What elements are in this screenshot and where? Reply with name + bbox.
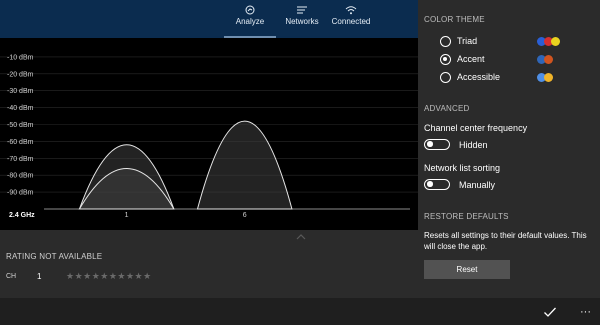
- channel-center-state: Hidden: [459, 140, 488, 150]
- rating-stars: ★★★★★★★★★★: [66, 271, 152, 281]
- theme-option-accent[interactable]: Accent: [440, 54, 590, 66]
- y-tick-label: -10 dBm: [7, 54, 34, 61]
- radio-triad[interactable]: [440, 36, 451, 47]
- channel-graph: -10 dBm -20 dBm -30 dBm -40 dBm -50 dBm -60 d…: [0, 38, 418, 222]
- more-options-icon[interactable]: ···: [580, 306, 591, 318]
- bottom-app-bar: [0, 298, 600, 325]
- tab-connected[interactable]: Connected: [325, 0, 377, 38]
- y-tick-label: -70 dBm: [7, 156, 34, 163]
- channel-value: 1: [37, 272, 42, 281]
- tab-analyze[interactable]: Analyze: [224, 0, 276, 38]
- network-curve[interactable]: [78, 168, 175, 210]
- advanced-heading: ADVANCED: [424, 104, 470, 113]
- network-info-panel: [0, 230, 418, 298]
- restore-description: Resets all settings to their default val…: [424, 231, 587, 251]
- band-label: 2.4 GHz: [9, 212, 35, 219]
- radio-accent[interactable]: [440, 54, 451, 65]
- radio-accessible[interactable]: [440, 72, 451, 83]
- theme-label-accent: Accent: [457, 54, 485, 64]
- tab-connected-label: Connected: [331, 17, 371, 26]
- channel-center-label: Channel center frequency: [424, 123, 528, 133]
- wifi-icon: [345, 6, 357, 15]
- check-icon[interactable]: [543, 306, 557, 318]
- y-tick-label: -40 dBm: [7, 105, 34, 112]
- color-theme-heading: COLOR THEME: [424, 15, 485, 24]
- swatch-orange: [544, 55, 553, 64]
- y-tick-label: -50 dBm: [7, 122, 34, 129]
- tab-analyze-label: Analyze: [235, 17, 265, 26]
- x-tick-label: 6: [243, 212, 247, 219]
- theme-label-accessible: Accessible: [457, 72, 501, 82]
- network-sort-toggle[interactable]: [424, 179, 450, 190]
- settings-panel: COLOR THEME Triad Accent Accessible ADVA…: [418, 0, 600, 298]
- analyze-icon: [245, 5, 255, 15]
- networks-icon: [297, 6, 307, 14]
- network-sort-label: Network list sorting: [424, 163, 501, 173]
- swatch-gold: [544, 73, 553, 82]
- y-tick-label: -80 dBm: [7, 173, 34, 180]
- top-nav-bar: Analyze Networks Connected: [0, 0, 418, 38]
- y-tick-label: -90 dBm: [7, 190, 34, 197]
- y-tick-label: -20 dBm: [7, 71, 34, 78]
- reset-button[interactable]: Reset: [424, 260, 510, 279]
- rating-title: RATING NOT AVAILABLE: [6, 252, 103, 261]
- channel-label: CH: [6, 273, 17, 280]
- channel-center-toggle[interactable]: [424, 139, 450, 150]
- network-sort-state: Manually: [459, 180, 496, 190]
- theme-option-triad[interactable]: Triad: [440, 36, 590, 48]
- swatch-yellow: [551, 37, 560, 46]
- restore-defaults-heading: RESTORE DEFAULTS: [424, 212, 509, 221]
- theme-label-triad: Triad: [457, 36, 478, 46]
- y-tick-label: -30 dBm: [7, 88, 34, 95]
- network-curve[interactable]: [196, 120, 293, 210]
- chevron-up-icon[interactable]: [294, 233, 308, 241]
- tab-networks[interactable]: Networks: [276, 0, 328, 38]
- theme-option-accessible[interactable]: Accessible: [440, 72, 590, 84]
- channel-graph-svg: -10 dBm -20 dBm -30 dBm -40 dBm -50 dBm -60 d…: [0, 54, 418, 219]
- y-tick-label: -60 dBm: [7, 139, 34, 146]
- tab-networks-label: Networks: [285, 17, 319, 26]
- x-tick-label: 1: [125, 212, 129, 219]
